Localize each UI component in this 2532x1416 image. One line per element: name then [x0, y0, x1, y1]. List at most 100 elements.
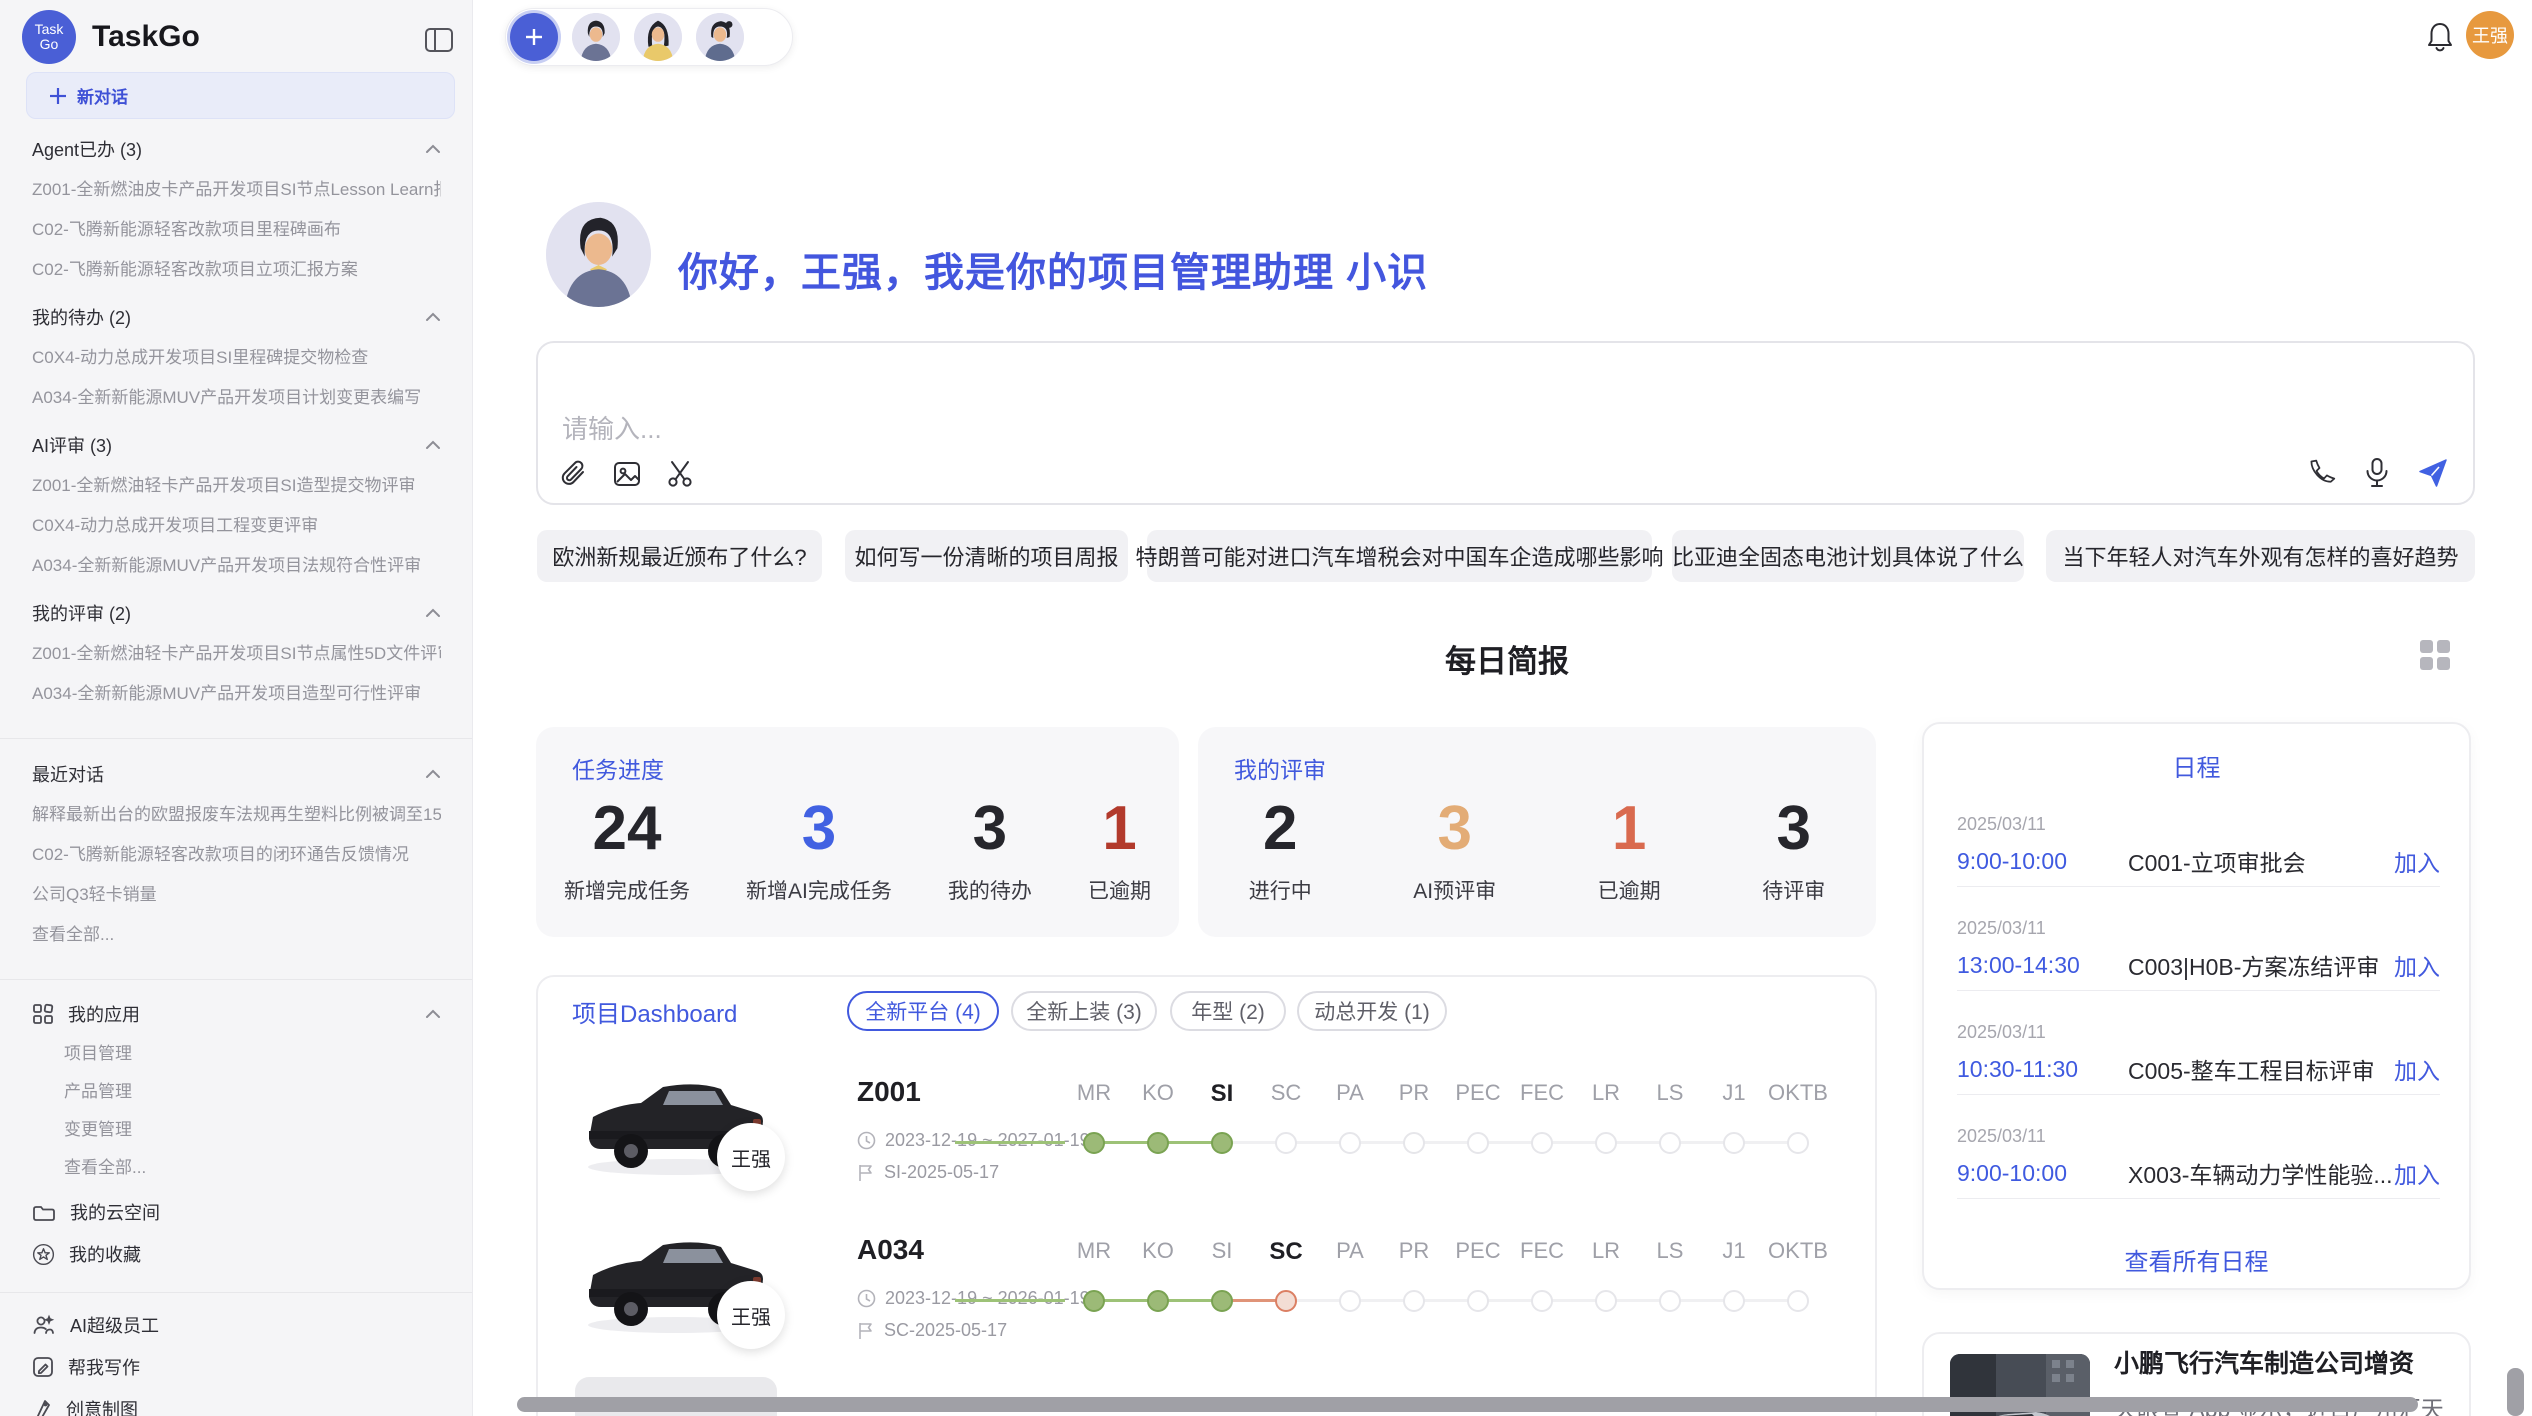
- sidebar-tool-2[interactable]: 帮我写作: [32, 1353, 441, 1381]
- section-chevron-icon[interactable]: [425, 312, 441, 322]
- horizontal-scrollbar[interactable]: [517, 1397, 2418, 1412]
- view-all-schedule-link[interactable]: 查看所有日程: [1924, 1242, 2469, 1277]
- milestone-node-PR[interactable]: [1403, 1290, 1425, 1312]
- milestone-node-SI[interactable]: [1211, 1290, 1233, 1312]
- my-apps-item[interactable]: 查看全部...: [64, 1156, 441, 1180]
- add-session-button[interactable]: [510, 13, 558, 61]
- milestone-label-SC: SC: [1254, 1238, 1318, 1266]
- stat-item: 1已逾期: [1598, 797, 1661, 905]
- collapse-sidebar-icon[interactable]: [424, 26, 454, 54]
- dashboard-tab[interactable]: 年型 (2): [1170, 991, 1286, 1031]
- sidebar-task-item[interactable]: A034-全新新能源MUV产品开发项目法规符合性评审: [32, 554, 441, 578]
- section-chevron-icon[interactable]: [425, 144, 441, 154]
- sidebar-task-item[interactable]: Z001-全新燃油轻卡产品开发项目SI造型提交物评审: [32, 474, 441, 498]
- join-meeting-link[interactable]: 加入: [2394, 1156, 2440, 1190]
- suggestion-chip[interactable]: 比亚迪全固态电池计划具体说了什么: [1672, 530, 2024, 582]
- sidebar-task-item[interactable]: C02-飞腾新能源轻客改款项目里程碑画布: [32, 218, 441, 242]
- voice-call-icon[interactable]: [2307, 458, 2337, 488]
- session-avatar-2[interactable]: [634, 13, 682, 61]
- task-progress-card: 任务进度24新增完成任务3新增AI完成任务3我的待办1已逾期: [536, 727, 1179, 937]
- sidebar-link-cloud[interactable]: 我的云空间: [32, 1198, 441, 1226]
- recent-chat-item[interactable]: 公司Q3轻卡销量: [32, 883, 441, 907]
- milestone-node-KO[interactable]: [1147, 1290, 1169, 1312]
- milestone-node-LS[interactable]: [1659, 1132, 1681, 1154]
- milestone-node-LR[interactable]: [1595, 1132, 1617, 1154]
- section-chevron-icon[interactable]: [425, 1009, 441, 1019]
- briefing-layout-grid-icon[interactable]: [2418, 638, 2452, 672]
- sidebar-task-item[interactable]: Z001-全新燃油皮卡产品开发项目SI节点Lesson Learn报告: [32, 178, 441, 202]
- sidebar-link-favorites[interactable]: 我的收藏: [32, 1240, 441, 1268]
- join-meeting-link[interactable]: 加入: [2394, 1052, 2440, 1086]
- milestone-node-PEC[interactable]: [1467, 1132, 1489, 1154]
- send-icon[interactable]: [2417, 457, 2449, 489]
- my-apps-item[interactable]: 产品管理: [64, 1080, 441, 1104]
- chat-input-box[interactable]: 请输入...: [536, 341, 2475, 505]
- microphone-icon[interactable]: [2363, 457, 2391, 489]
- milestone-node-J1[interactable]: [1723, 1290, 1745, 1312]
- sidebar-task-item[interactable]: A034-全新新能源MUV产品开发项目计划变更表编写: [32, 386, 441, 410]
- milestone-node-PA[interactable]: [1339, 1132, 1361, 1154]
- schedule-time: 9:00-10:00: [1957, 848, 2128, 875]
- sidebar-section-header[interactable]: Agent已办 (3): [32, 136, 441, 162]
- sidebar-section-header[interactable]: 我的评审 (2): [32, 600, 441, 626]
- suggestion-chip[interactable]: 欧洲新规最近颁布了什么?: [537, 530, 822, 582]
- join-meeting-link[interactable]: 加入: [2394, 844, 2440, 878]
- sidebar-task-item[interactable]: C02-飞腾新能源轻客改款项目立项汇报方案: [32, 258, 441, 282]
- my-apps-item[interactable]: 项目管理: [64, 1042, 441, 1066]
- milestone-node-PEC[interactable]: [1467, 1290, 1489, 1312]
- screenshot-scissors-icon[interactable]: [666, 459, 696, 489]
- join-meeting-link[interactable]: 加入: [2394, 948, 2440, 982]
- sidebar-task-item[interactable]: Z001-全新燃油轻卡产品开发项目SI节点属性5D文件评审: [32, 642, 441, 666]
- news-title: 小鹏飞行汽车制造公司增资: [2114, 1344, 2414, 1380]
- milestone-node-LR[interactable]: [1595, 1290, 1617, 1312]
- section-chevron-icon[interactable]: [425, 440, 441, 450]
- milestone-node-OKTB[interactable]: [1787, 1290, 1809, 1312]
- dashboard-tab[interactable]: 全新平台 (4): [847, 991, 999, 1031]
- recent-chats-header[interactable]: 最近对话: [32, 761, 441, 787]
- dashboard-tab[interactable]: 全新上装 (3): [1011, 991, 1157, 1031]
- sidebar-tool-1[interactable]: AI超级员工: [32, 1311, 441, 1339]
- my-apps-header[interactable]: 我的应用: [32, 1000, 441, 1028]
- milestone-node-OKTB[interactable]: [1787, 1132, 1809, 1154]
- sidebar-task-item[interactable]: A034-全新新能源MUV产品开发项目造型可行性评审: [32, 682, 441, 706]
- section-chevron-icon[interactable]: [425, 608, 441, 618]
- suggestion-chip[interactable]: 特朗普可能对进口汽车增税会对中国车企造成哪些影响: [1147, 530, 1652, 582]
- sidebar-section-header[interactable]: AI评审 (3): [32, 432, 441, 458]
- suggestion-chip[interactable]: 如何写一份清晰的项目周报: [845, 530, 1128, 582]
- session-avatar-3[interactable]: [696, 13, 744, 61]
- sidebar-tool-3[interactable]: 创意制图: [32, 1395, 441, 1416]
- vertical-scrollbar[interactable]: [2507, 1368, 2524, 1416]
- milestone-node-MR[interactable]: [1083, 1132, 1105, 1154]
- sidebar-task-item[interactable]: C0X4-动力总成开发项目工程变更评审: [32, 514, 441, 538]
- milestone-node-SI[interactable]: [1211, 1132, 1233, 1154]
- suggestion-chip[interactable]: 当下年轻人对汽车外观有怎样的喜好趋势: [2046, 530, 2475, 582]
- notifications-bell-icon[interactable]: [2423, 20, 2457, 56]
- recent-chat-item[interactable]: C02-飞腾新能源轻客改款项目的闭环通告反馈情况: [32, 843, 441, 867]
- milestone-node-PA[interactable]: [1339, 1290, 1361, 1312]
- milestone-node-KO[interactable]: [1147, 1132, 1169, 1154]
- milestone-node-FEC[interactable]: [1531, 1132, 1553, 1154]
- sidebar-task-item[interactable]: C0X4-动力总成开发项目SI里程碑提交物检查: [32, 346, 441, 370]
- milestone-node-SC[interactable]: [1275, 1132, 1297, 1154]
- user-avatar[interactable]: 王强: [2466, 11, 2514, 59]
- recent-chat-item[interactable]: 查看全部...: [32, 923, 441, 947]
- stat-value: 3: [973, 797, 1007, 861]
- my-apps-item[interactable]: 变更管理: [64, 1118, 441, 1142]
- new-chat-button[interactable]: 新对话: [26, 72, 455, 119]
- milestone-node-PR[interactable]: [1403, 1132, 1425, 1154]
- sidebar-link-label: 我的云空间: [70, 1199, 441, 1225]
- milestone-node-FEC[interactable]: [1531, 1290, 1553, 1312]
- dashboard-tab[interactable]: 动总开发 (1): [1297, 991, 1447, 1031]
- sidebar-section-header[interactable]: 我的待办 (2): [32, 304, 441, 330]
- milestone-node-LS[interactable]: [1659, 1290, 1681, 1312]
- attach-image-icon[interactable]: [612, 459, 642, 489]
- attach-file-icon[interactable]: [560, 459, 588, 489]
- recent-chat-item[interactable]: 解释最新出台的欧盟报废车法规再生塑料比例被调至15%...: [32, 803, 441, 827]
- milestone-node-MR[interactable]: [1083, 1290, 1105, 1312]
- sidebar-tool-label: 帮我写作: [68, 1354, 441, 1380]
- milestone-node-J1[interactable]: [1723, 1132, 1745, 1154]
- section-chevron-icon[interactable]: [425, 769, 441, 779]
- session-avatar-1[interactable]: [572, 13, 620, 61]
- milestone-node-SC[interactable]: [1275, 1290, 1297, 1312]
- schedule-row: 9:00-10:00C001-立项审批会加入: [1957, 844, 2440, 878]
